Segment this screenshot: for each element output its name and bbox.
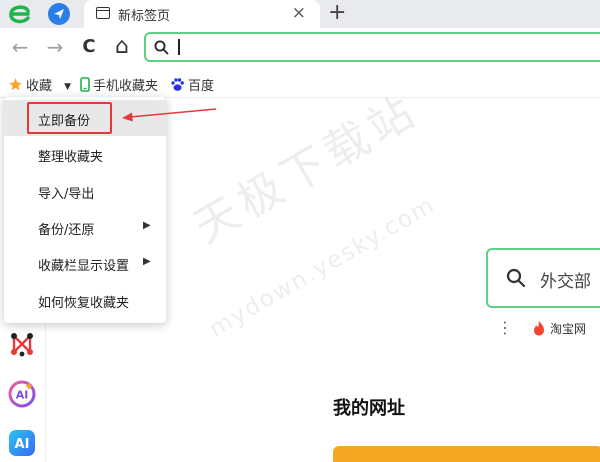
page-search-box[interactable]: 外交部 xyxy=(486,248,600,308)
compass-icon[interactable] xyxy=(48,3,70,25)
search-icon xyxy=(154,40,169,55)
menu-item-backup-restore[interactable]: 备份/还原 ▶ xyxy=(4,209,166,245)
favorites-label: 收藏 xyxy=(26,79,53,94)
menu-item-label: 整理收藏夹 xyxy=(38,150,104,165)
toolbar: ← → C ⌂ xyxy=(0,28,600,68)
tab-new-tab[interactable]: 新标签页 × xyxy=(84,0,320,28)
svg-text:AI: AI xyxy=(16,389,29,402)
favorites-dropdown-button[interactable]: 收藏 ▼ xyxy=(8,75,71,94)
chevron-right-icon: ▶ xyxy=(143,256,151,267)
highlight-box xyxy=(27,102,112,134)
new-tab-button[interactable]: + xyxy=(328,0,346,26)
new-tab-icon xyxy=(96,7,110,19)
star-icon xyxy=(9,78,22,91)
reload-button[interactable]: C xyxy=(76,34,102,60)
phone-icon xyxy=(80,77,90,92)
address-bar[interactable] xyxy=(144,32,600,62)
menu-item-recover-favorites[interactable]: 如何恢复收藏夹 xyxy=(4,282,166,318)
bookmarks-bar: 收藏 ▼ 手机收藏夹 百度 xyxy=(0,68,600,98)
network-app-icon[interactable] xyxy=(8,330,36,358)
search-suggestion-text: 外交部 xyxy=(540,272,591,292)
my-sites-heading: 我的网址 xyxy=(333,398,405,419)
back-button[interactable]: ← xyxy=(7,34,33,60)
text-caret xyxy=(178,39,180,55)
tab-strip: 新标签页 × + xyxy=(0,0,600,28)
ai-app-icon[interactable]: AI xyxy=(8,429,36,457)
svg-text:AI: AI xyxy=(15,437,30,452)
bookmark-baidu-label: 百度 xyxy=(188,79,215,94)
browser-logo-icon[interactable] xyxy=(4,0,34,26)
chevron-right-icon: ▶ xyxy=(143,220,151,231)
tab-close-button[interactable]: × xyxy=(292,2,306,24)
menu-item-organize[interactable]: 整理收藏夹 xyxy=(4,136,166,172)
quick-link-taobao[interactable]: 淘宝网 xyxy=(532,320,586,337)
chevron-down-icon: ▼ xyxy=(64,82,72,92)
search-icon xyxy=(506,268,526,288)
forward-button[interactable]: → xyxy=(42,34,68,60)
menu-item-bar-display-settings[interactable]: 收藏栏显示设置 ▶ xyxy=(4,245,166,281)
bookmark-mobile[interactable]: 手机收藏夹 xyxy=(80,75,158,94)
red-arrow-icon xyxy=(122,108,217,122)
fire-icon xyxy=(534,321,544,336)
menu-item-import-export[interactable]: 导入/导出 xyxy=(4,173,166,209)
tab-title: 新标签页 xyxy=(118,9,171,24)
quick-link-label: 淘宝网 xyxy=(550,322,587,336)
menu-item-label: 如何恢复收藏夹 xyxy=(38,296,130,311)
home-button[interactable]: ⌂ xyxy=(109,34,135,60)
baidu-paw-icon xyxy=(171,78,184,91)
menu-item-label: 导入/导出 xyxy=(38,187,95,202)
bookmark-baidu[interactable]: 百度 xyxy=(170,75,214,94)
menu-item-label: 收藏栏显示设置 xyxy=(38,259,130,274)
ai-assistant-icon[interactable]: AI xyxy=(8,380,36,408)
menu-item-label: 备份/还原 xyxy=(38,223,95,238)
more-options-button[interactable]: ⋮ xyxy=(497,319,513,337)
banner[interactable] xyxy=(333,446,600,462)
bookmark-mobile-label: 手机收藏夹 xyxy=(93,79,159,94)
